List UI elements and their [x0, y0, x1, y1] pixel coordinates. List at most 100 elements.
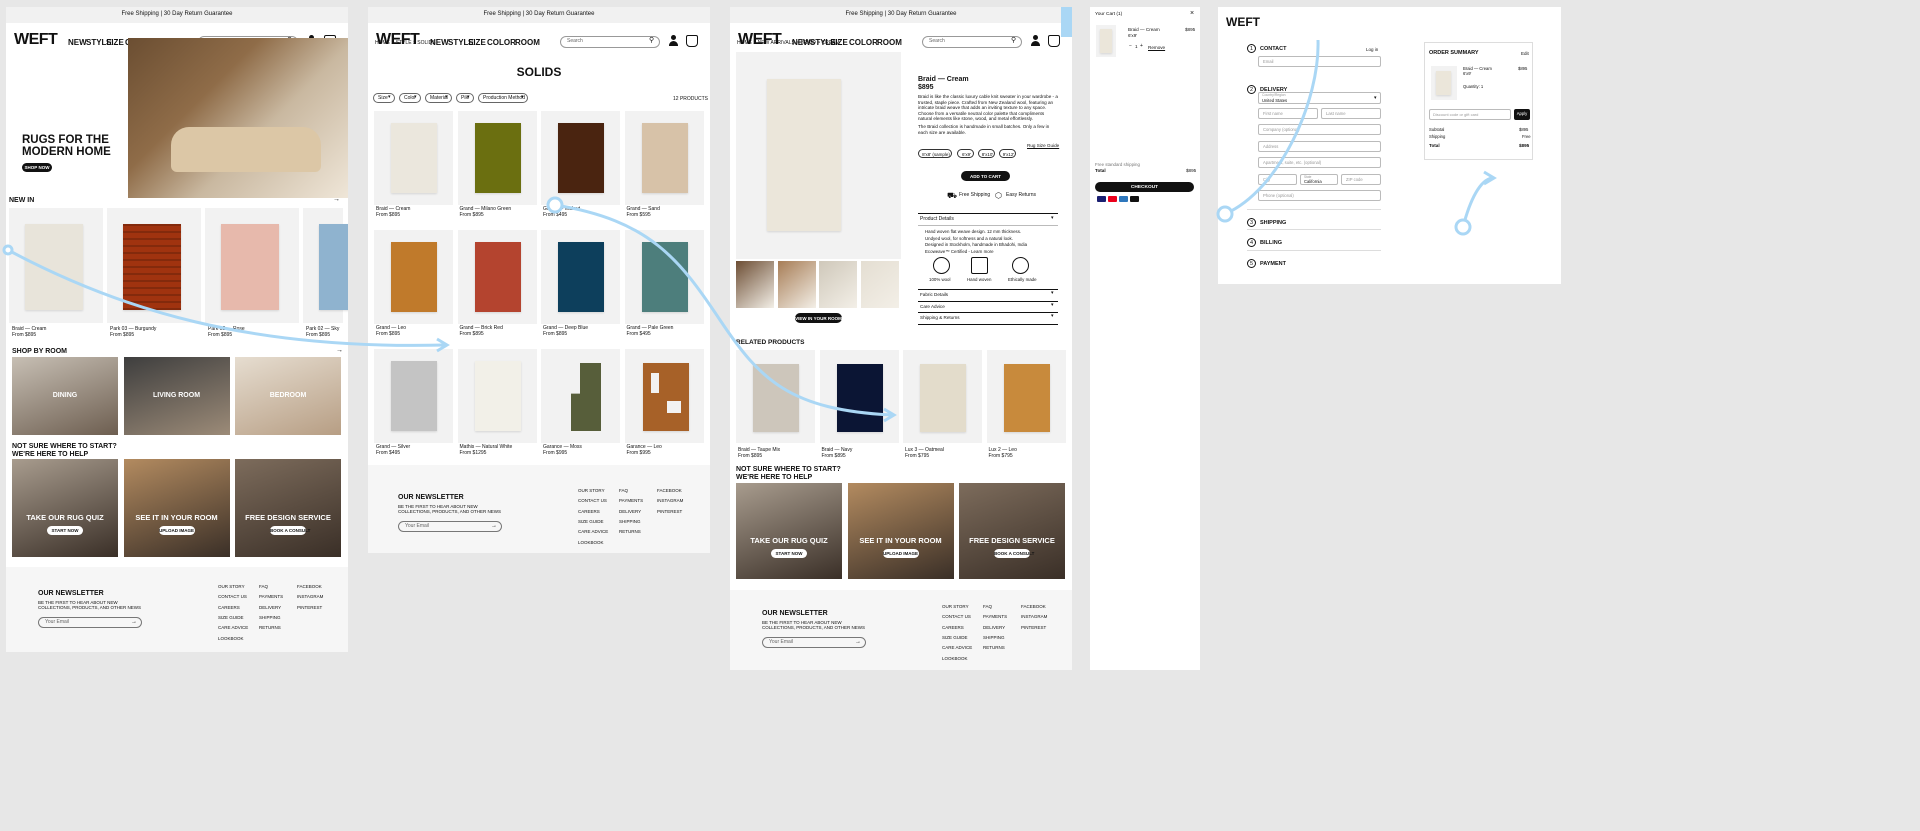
- pdp-help-card-1[interactable]: SEE IT IN YOUR ROOM UPLOAD IMAGE: [847, 483, 954, 579]
- product-details-heading[interactable]: Product Details: [920, 216, 954, 223]
- home-footer-link2-2[interactable]: DELIVERY: [259, 605, 281, 610]
- home-footer-link-0[interactable]: OUR STORY: [218, 584, 245, 589]
- plp-nav-color[interactable]: COLOR: [487, 38, 516, 47]
- related-product-card[interactable]: [986, 350, 1066, 443]
- checkout-step-label[interactable]: CONTACT: [1260, 46, 1286, 52]
- related-product-card[interactable]: [903, 350, 982, 443]
- checkout-login-link[interactable]: Log in: [1366, 47, 1378, 52]
- country-select[interactable]: Country/Region United States ▾: [1258, 92, 1381, 104]
- plp-footer-link-0[interactable]: OUR STORY: [578, 488, 605, 493]
- plp-filter-production-method[interactable]: Production Method ▾: [478, 93, 528, 103]
- new-in-product-card[interactable]: [303, 208, 348, 323]
- product-detail-bullet[interactable]: Ecoweave™ Certified - Learn more: [925, 249, 994, 254]
- plp-nav-room[interactable]: ROOM: [515, 38, 540, 47]
- new-in-product-card[interactable]: [205, 208, 299, 323]
- home-footer-link-5[interactable]: LOOKBOOK: [218, 636, 244, 641]
- home-footer-link3-2[interactable]: PINTEREST: [297, 605, 322, 610]
- plp-footer-link2-2[interactable]: DELIVERY: [619, 509, 641, 514]
- pdp-footer-link-2[interactable]: CAREERS: [942, 625, 964, 630]
- pdp-thumbnail-1[interactable]: [777, 261, 816, 308]
- contact-email-field[interactable]: Email: [1258, 56, 1381, 67]
- plp-breadcrumb[interactable]: HOME > STYLE > SOLIDS: [375, 40, 436, 47]
- plp-product-card[interactable]: [374, 230, 453, 324]
- size-option-2[interactable]: 8'x10': [978, 149, 995, 158]
- view-in-room-button[interactable]: VIEW IN YOUR ROOM: [795, 313, 842, 323]
- pdp-thumbnail-3[interactable]: [860, 261, 899, 308]
- home-footer-link-2[interactable]: CAREERS: [218, 605, 240, 610]
- home-footer-link-3[interactable]: SIZE GUIDE: [218, 615, 244, 620]
- pdp-footer-link-3[interactable]: SIZE GUIDE: [942, 635, 968, 640]
- checkout-step-label[interactable]: BILLING: [1260, 240, 1282, 246]
- room-card-dining[interactable]: DINING: [12, 357, 118, 435]
- cart-close-icon[interactable]: ×: [1190, 10, 1194, 18]
- home-nav-new[interactable]: NEW: [68, 38, 87, 47]
- plp-filter-pile[interactable]: Pile ▾: [456, 93, 474, 103]
- qty-minus-button[interactable]: −: [1129, 43, 1132, 50]
- pdp-thumbnail-2[interactable]: [819, 261, 857, 308]
- pdp-help-cta-0[interactable]: START NOW: [771, 548, 807, 558]
- plp-footer-link-5[interactable]: LOOKBOOK: [578, 540, 604, 545]
- home-footer-link2-1[interactable]: PAYMENTS: [259, 594, 283, 599]
- plp-search-input[interactable]: Search ⚲: [560, 36, 660, 48]
- order-summary-edit[interactable]: Edit: [1521, 51, 1529, 56]
- pdp-footer-link-5[interactable]: LOOKBOOK: [942, 656, 968, 661]
- pdp-footer-link2-3[interactable]: SHIPPING: [983, 635, 1005, 640]
- plp-footer-link-4[interactable]: CARE ADVICE: [578, 529, 608, 534]
- pdp-footer-link2-1[interactable]: PAYMENTS: [983, 614, 1007, 619]
- plp-footer-link3-1[interactable]: INSTAGRAM: [657, 498, 683, 503]
- accordion-0[interactable]: Fabric Details: [920, 292, 948, 297]
- plp-nav-size[interactable]: SIZE: [468, 38, 486, 47]
- pdp-help-cta-1[interactable]: UPLOAD IMAGE: [882, 548, 919, 558]
- plp-email-input[interactable]: Your Email →: [398, 521, 502, 532]
- checkout-step-label[interactable]: PAYMENT: [1260, 261, 1286, 267]
- pdp-footer-link-4[interactable]: CARE ADVICE: [942, 645, 972, 650]
- plp-cart-icon[interactable]: [686, 35, 698, 47]
- related-product-card[interactable]: [819, 350, 899, 443]
- plp-footer-link-1[interactable]: CONTACT US: [578, 498, 607, 503]
- pdp-footer-link2-0[interactable]: FAQ: [983, 604, 992, 609]
- home-footer-link-4[interactable]: CARE ADVICE: [218, 625, 248, 630]
- accordion-2[interactable]: Shipping & Returns: [920, 315, 960, 320]
- home-footer-link-1[interactable]: CONTACT US: [218, 594, 247, 599]
- home-help-card-2[interactable]: FREE DESIGN SERVICE BOOK A CONSULT: [235, 459, 341, 557]
- home-help-cta-1[interactable]: UPLOAD IMAGE: [158, 525, 195, 535]
- pdp-footer-link3-1[interactable]: INSTAGRAM: [1021, 614, 1047, 619]
- phone-field[interactable]: Phone (optional): [1258, 190, 1381, 201]
- plp-email-submit-icon[interactable]: →: [491, 523, 497, 530]
- new-in-arrow-icon[interactable]: →: [333, 196, 340, 204]
- pdp-search-input[interactable]: Search ⚲: [922, 36, 1022, 48]
- pdp-breadcrumb[interactable]: HOME > NEW ARRIVALS > BRAID > CREAM: [737, 40, 840, 47]
- accordion-1[interactable]: Care Advice: [920, 304, 945, 309]
- qty-plus-button[interactable]: +: [1140, 43, 1143, 50]
- size-option-3[interactable]: 9'x12': [999, 149, 1016, 158]
- plp-product-card[interactable]: [541, 111, 620, 205]
- plp-product-card[interactable]: [624, 349, 704, 443]
- plp-footer-link-2[interactable]: CAREERS: [578, 509, 600, 514]
- pdp-account-icon[interactable]: [1030, 35, 1040, 47]
- plp-product-card[interactable]: [541, 230, 620, 324]
- plp-footer-link2-0[interactable]: FAQ: [619, 488, 628, 493]
- home-footer-link3-1[interactable]: INSTAGRAM: [297, 594, 323, 599]
- pdp-help-card-2[interactable]: FREE DESIGN SERVICE BOOK A CONSULT: [959, 483, 1065, 579]
- plp-product-card[interactable]: [374, 349, 453, 443]
- pdp-footer-link-0[interactable]: OUR STORY: [942, 604, 969, 609]
- apartment-field[interactable]: Apartment, suite, etc. (optional): [1258, 157, 1381, 168]
- city-field[interactable]: City: [1258, 174, 1297, 185]
- plp-product-card[interactable]: [457, 349, 537, 443]
- size-option-1[interactable]: 6'x9': [957, 149, 974, 158]
- pdp-help-card-0[interactable]: TAKE OUR RUG QUIZ START NOW: [736, 483, 842, 579]
- plp-product-card[interactable]: [457, 230, 537, 324]
- last-name-field[interactable]: Last name: [1321, 108, 1381, 119]
- pdp-footer-link2-4[interactable]: RETURNS: [983, 645, 1005, 650]
- new-in-product-card[interactable]: [9, 208, 103, 323]
- address-field[interactable]: Address: [1258, 141, 1381, 152]
- discount-code-field[interactable]: Discount code or gift card: [1429, 109, 1511, 120]
- first-name-field[interactable]: First name: [1258, 108, 1318, 119]
- pdp-footer-link2-2[interactable]: DELIVERY: [983, 625, 1005, 630]
- home-email-submit-icon[interactable]: →: [131, 619, 137, 626]
- shop-by-room-arrow-icon[interactable]: →: [336, 347, 343, 355]
- home-footer-link2-4[interactable]: RETURNS: [259, 625, 281, 630]
- state-select[interactable]: State California: [1300, 174, 1338, 185]
- cart-remove-link[interactable]: Remove: [1148, 45, 1165, 50]
- size-guide-link[interactable]: Rug Size Guide: [1027, 143, 1059, 148]
